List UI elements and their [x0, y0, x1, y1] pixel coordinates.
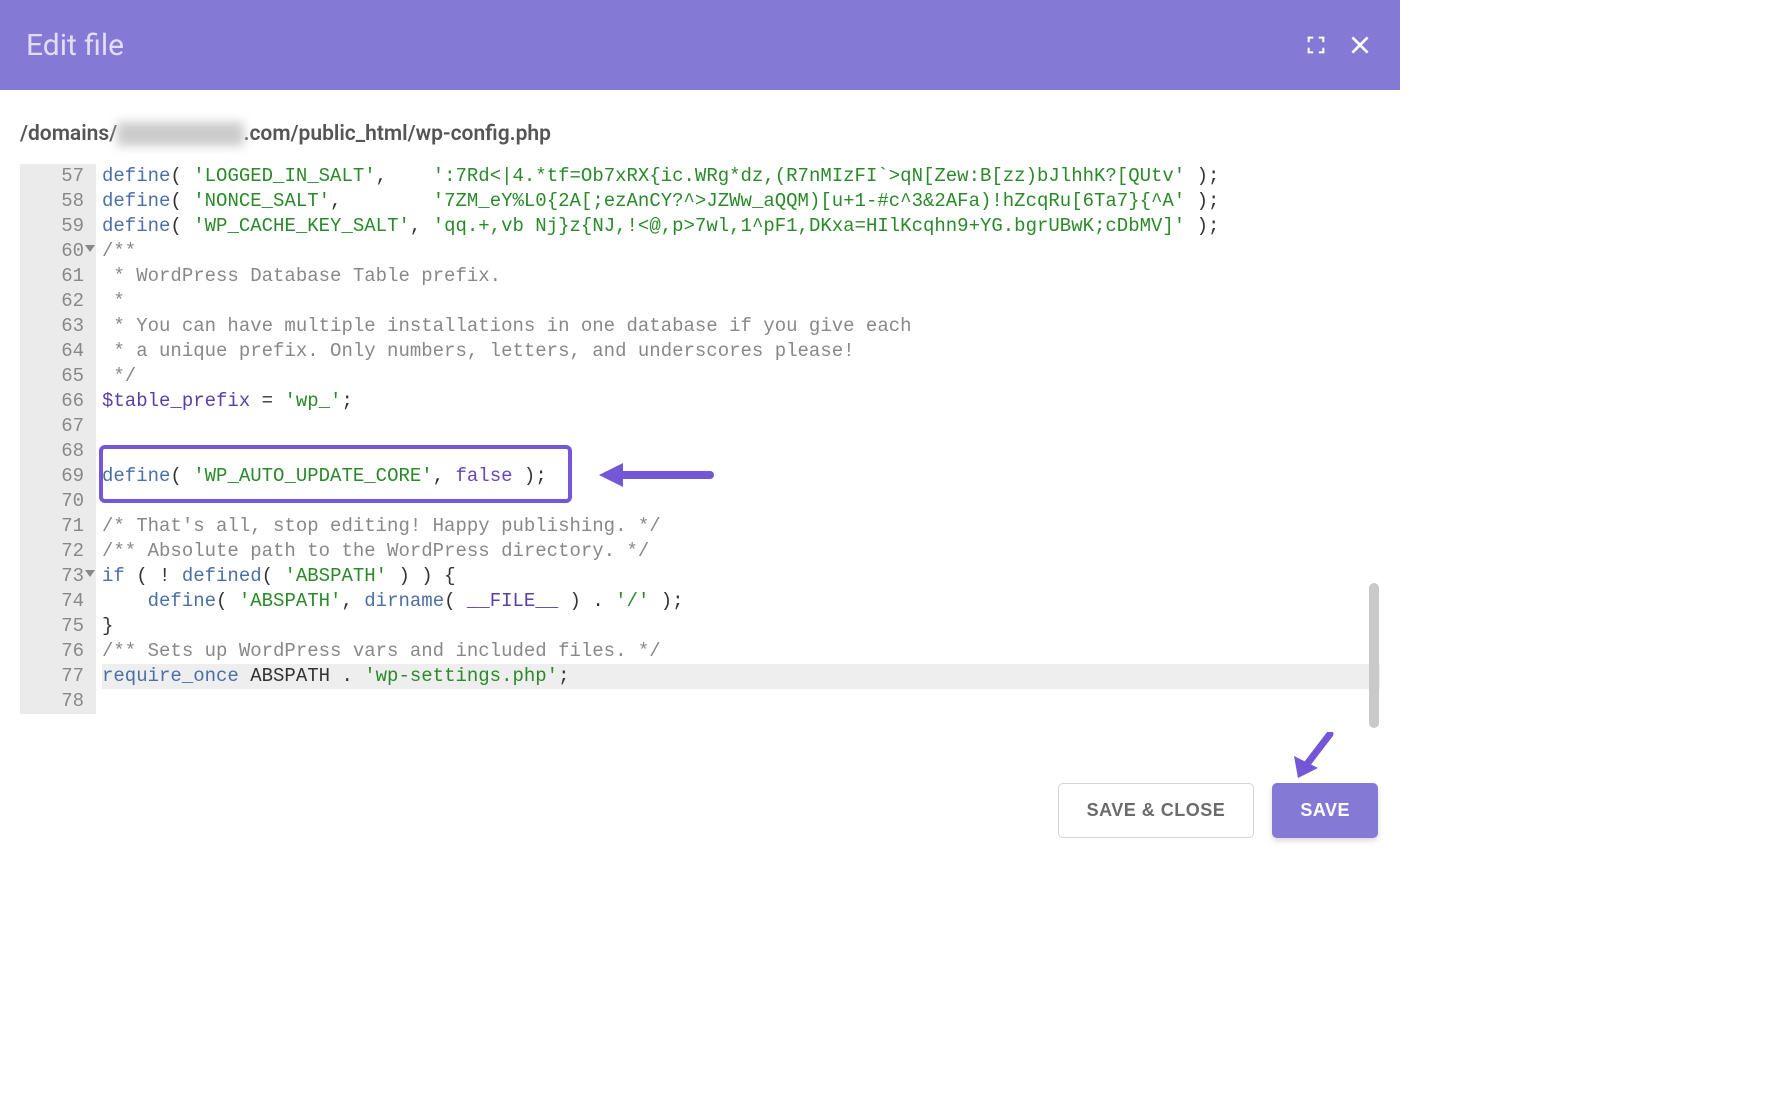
code-line[interactable]: define( 'WP_CACHE_KEY_SALT', 'qq.+,vb Nj…	[102, 214, 1380, 239]
line-number: 75	[20, 614, 84, 639]
code-line[interactable]: if ( ! defined( 'ABSPATH' ) ) {	[102, 564, 1380, 589]
line-number-gutter: 5758596061626364656667686970717273747576…	[20, 164, 96, 714]
line-number: 72	[20, 539, 84, 564]
code-line[interactable]: $table_prefix = 'wp_';	[102, 389, 1380, 414]
line-number: 62	[20, 289, 84, 314]
code-line[interactable]	[102, 414, 1380, 439]
code-line[interactable]	[102, 489, 1380, 514]
code-line[interactable]	[102, 689, 1380, 714]
line-number: 59	[20, 214, 84, 239]
annotation-arrow-down-save	[1290, 732, 1340, 788]
line-number: 60	[20, 239, 84, 264]
line-number: 74	[20, 589, 84, 614]
code-line[interactable]: define( 'NONCE_SALT', '7ZM_eY%L0{2A[;ezA…	[102, 189, 1380, 214]
save-button[interactable]: SAVE	[1272, 783, 1378, 838]
code-line[interactable]: */	[102, 364, 1380, 389]
line-number: 73	[20, 564, 84, 589]
modal-header: Edit file	[0, 0, 1400, 90]
line-number: 57	[20, 164, 84, 189]
code-line[interactable]: define( 'WP_AUTO_UPDATE_CORE', false );	[102, 464, 1380, 489]
line-number: 71	[20, 514, 84, 539]
line-number: 63	[20, 314, 84, 339]
header-icon-group	[1302, 31, 1374, 59]
code-area[interactable]: define( 'LOGGED_IN_SALT', ':7Rd<|4.*tf=O…	[96, 164, 1380, 714]
line-number: 58	[20, 189, 84, 214]
code-line[interactable]: /**	[102, 239, 1380, 264]
code-line[interactable]: define( 'LOGGED_IN_SALT', ':7Rd<|4.*tf=O…	[102, 164, 1380, 189]
line-number: 69	[20, 464, 84, 489]
modal-title: Edit file	[26, 28, 124, 63]
code-line[interactable]: /** Sets up WordPress vars and included …	[102, 639, 1380, 664]
code-line[interactable]: require_once ABSPATH . 'wp-settings.php'…	[102, 664, 1380, 689]
code-line[interactable]: * a unique prefix. Only numbers, letters…	[102, 339, 1380, 364]
code-line[interactable]: /* That's all, stop editing! Happy publi…	[102, 514, 1380, 539]
code-line[interactable]	[102, 439, 1380, 464]
fullscreen-icon[interactable]	[1302, 31, 1330, 59]
line-number: 77	[20, 664, 84, 689]
path-prefix: /domains/	[20, 122, 117, 146]
code-line[interactable]: define( 'ABSPATH', dirname( __FILE__ ) .…	[102, 589, 1380, 614]
fold-marker-icon[interactable]	[85, 245, 95, 252]
editor-scrollbar-thumb[interactable]	[1369, 583, 1379, 728]
code-line[interactable]: *	[102, 289, 1380, 314]
path-suffix: .com/public_html/wp-config.php	[244, 122, 551, 146]
line-number: 65	[20, 364, 84, 389]
file-path-breadcrumb: /domains/ example-site .com/public_html/…	[0, 90, 1400, 164]
action-button-row: SAVE & CLOSE SAVE	[1058, 783, 1378, 838]
close-icon[interactable]	[1346, 31, 1374, 59]
save-and-close-button[interactable]: SAVE & CLOSE	[1058, 783, 1255, 838]
code-line[interactable]: * WordPress Database Table prefix.	[102, 264, 1380, 289]
line-number: 76	[20, 639, 84, 664]
line-number: 66	[20, 389, 84, 414]
code-line[interactable]: /** Absolute path to the WordPress direc…	[102, 539, 1380, 564]
line-number: 67	[20, 414, 84, 439]
code-line[interactable]: }	[102, 614, 1380, 639]
line-number: 61	[20, 264, 84, 289]
line-number: 68	[20, 439, 84, 464]
code-editor[interactable]: 5758596061626364656667686970717273747576…	[20, 164, 1380, 714]
code-line[interactable]: * You can have multiple installations in…	[102, 314, 1380, 339]
line-number: 64	[20, 339, 84, 364]
line-number: 70	[20, 489, 84, 514]
fold-marker-icon[interactable]	[85, 570, 95, 577]
line-number: 78	[20, 689, 84, 714]
path-hidden-domain: example-site	[117, 122, 243, 146]
